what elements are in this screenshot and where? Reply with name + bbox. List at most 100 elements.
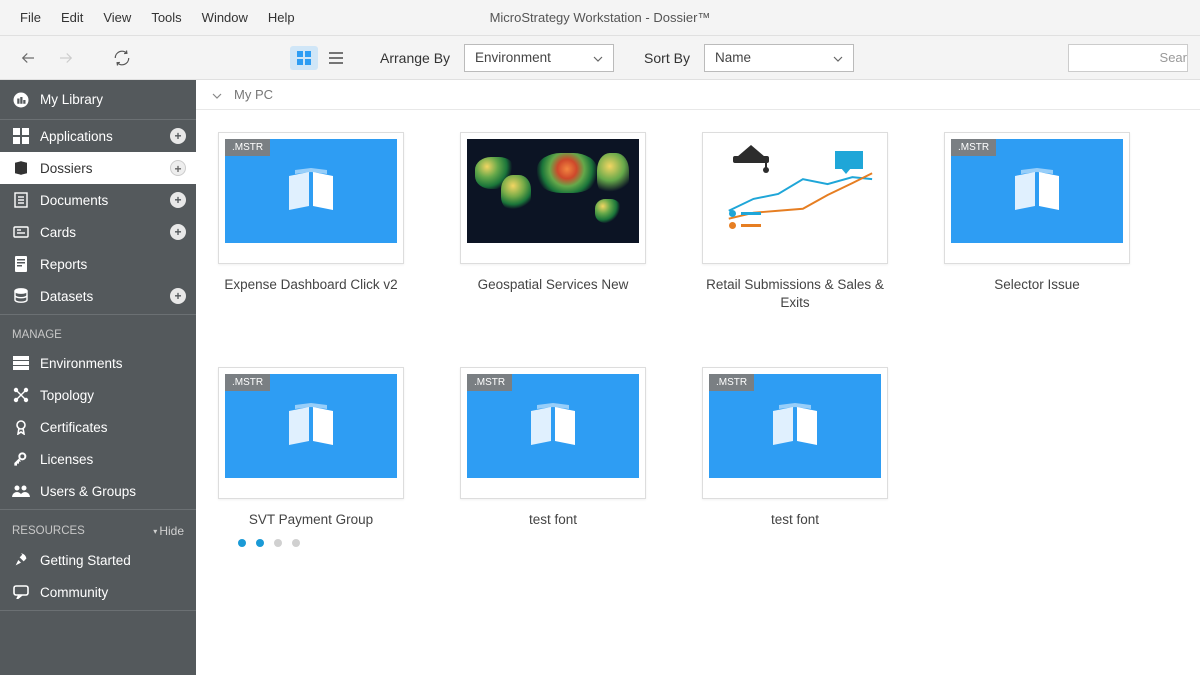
dossier-card[interactable]: .MSTRSelector Issue [944, 132, 1130, 311]
search-input[interactable]: Sear [1068, 44, 1188, 72]
menu-view[interactable]: View [93, 6, 141, 29]
hide-resources-button[interactable]: ▾Hide [153, 524, 184, 538]
dossier-card[interactable]: .MSTR test font [460, 367, 646, 529]
back-button[interactable] [12, 42, 44, 74]
breadcrumb: My PC [196, 80, 1200, 110]
card-title: Expense Dashboard Click v2 [224, 276, 397, 294]
page-dot-2[interactable] [256, 539, 264, 547]
sidebar-item-getting-started[interactable]: Getting Started [0, 544, 196, 576]
dossier-thumbnail [467, 139, 639, 243]
card-frame: .MSTR [702, 367, 888, 499]
arrange-by-value: Environment [475, 50, 551, 65]
chevron-down-icon [833, 50, 843, 65]
page-dot-4[interactable] [292, 539, 300, 547]
menu-help[interactable]: Help [258, 6, 305, 29]
sidebar-item-label: Getting Started [40, 553, 131, 568]
sidebar-item-label: Dossiers [40, 161, 93, 176]
mstr-badge: .MSTR [709, 374, 754, 391]
sidebar-item-certificates[interactable]: Certificates [0, 411, 196, 443]
reports-icon [12, 255, 30, 273]
arrange-by-label: Arrange By [380, 50, 450, 66]
community-icon [12, 583, 30, 601]
mstr-badge: .MSTR [467, 374, 512, 391]
dossier-thumbnail [709, 139, 881, 243]
sort-by-dropdown[interactable]: Name [704, 44, 854, 72]
dossiers-icon [12, 159, 30, 177]
sidebar-section-manage: MANAGE [0, 315, 196, 347]
toolbar: Arrange By Environment Sort By Name Sear [0, 36, 1200, 80]
page-dot-3[interactable] [274, 539, 282, 547]
chevron-down-icon [593, 50, 603, 65]
sidebar-item-community[interactable]: Community [0, 576, 196, 608]
dossier-card[interactable]: Retail Submissions & Sales & Exits [702, 132, 888, 311]
add-button[interactable]: + [170, 288, 186, 304]
view-toggle [290, 46, 350, 70]
page-dot-1[interactable] [238, 539, 246, 547]
users-groups-icon [12, 482, 30, 500]
sidebar-section-resources: RESOURCES ▾Hide [0, 510, 196, 544]
menu-bar: File Edit View Tools Window Help MicroSt… [0, 0, 1200, 36]
breadcrumb-location[interactable]: My PC [234, 87, 273, 102]
card-frame: .MSTR [218, 132, 404, 264]
pagination [218, 529, 1188, 557]
card-frame: .MSTR [218, 367, 404, 499]
card-title: Geospatial Services New [478, 276, 629, 294]
arrange-by-dropdown[interactable]: Environment [464, 44, 614, 72]
menu-file[interactable]: File [10, 6, 51, 29]
sidebar-item-label: Documents [40, 193, 108, 208]
sidebar-item-applications[interactable]: Applications + [0, 120, 196, 152]
datasets-icon [12, 287, 30, 305]
menu-window[interactable]: Window [192, 6, 258, 29]
add-button[interactable]: + [170, 192, 186, 208]
sidebar-item-topology[interactable]: Topology [0, 379, 196, 411]
dossier-card[interactable]: .MSTR SVT Payment Group [218, 367, 404, 529]
dossier-card[interactable]: Geospatial Services New [460, 132, 646, 311]
sidebar-item-label: Community [40, 585, 108, 600]
mstr-badge: .MSTR [951, 139, 996, 156]
refresh-button[interactable] [106, 42, 138, 74]
add-button[interactable]: + [170, 224, 186, 240]
main-content: My PC .MSTR Expense Dashboard Click v2 Geo… [196, 80, 1200, 675]
chevron-down-icon[interactable] [212, 88, 222, 102]
dossier-card[interactable]: .MSTR test font [702, 367, 888, 529]
library-icon [12, 91, 30, 109]
cards-icon [12, 223, 30, 241]
applications-icon [12, 127, 30, 145]
card-title: test font [529, 511, 577, 529]
sidebar-item-label: Topology [40, 388, 94, 403]
sort-by-label: Sort By [644, 50, 690, 66]
card-title: test font [771, 511, 819, 529]
sidebar-item-licenses[interactable]: Licenses [0, 443, 196, 475]
list-view-button[interactable] [322, 46, 350, 70]
sidebar-my-library[interactable]: My Library [0, 80, 196, 120]
sidebar-item-cards[interactable]: Cards + [0, 216, 196, 248]
sidebar-item-label: Cards [40, 225, 76, 240]
card-title: SVT Payment Group [249, 511, 373, 529]
sidebar-item-label: Applications [40, 129, 113, 144]
grid-view-button[interactable] [290, 46, 318, 70]
sidebar-item-reports[interactable]: Reports [0, 248, 196, 280]
sidebar-item-environments[interactable]: Environments [0, 347, 196, 379]
card-frame [702, 132, 888, 264]
sidebar-item-dossiers[interactable]: Dossiers + [0, 152, 196, 184]
sidebar-item-documents[interactable]: Documents + [0, 184, 196, 216]
add-button[interactable]: + [170, 128, 186, 144]
sidebar-item-label: Reports [40, 257, 87, 272]
sidebar: My Library Applications+Dossiers+Documen… [0, 80, 196, 675]
add-button[interactable]: + [170, 160, 186, 176]
menu-edit[interactable]: Edit [51, 6, 93, 29]
forward-button[interactable] [50, 42, 82, 74]
card-frame [460, 132, 646, 264]
dossier-card[interactable]: .MSTR Expense Dashboard Click v2 [218, 132, 404, 311]
app-title: MicroStrategy Workstation - Dossier™ [490, 10, 711, 25]
documents-icon [12, 191, 30, 209]
sidebar-item-label: Certificates [40, 420, 108, 435]
licenses-icon [12, 450, 30, 468]
certificates-icon [12, 418, 30, 436]
menu-tools[interactable]: Tools [141, 6, 191, 29]
topology-icon [12, 386, 30, 404]
sidebar-item-label: Datasets [40, 289, 93, 304]
sidebar-item-users-groups[interactable]: Users & Groups [0, 475, 196, 507]
sidebar-item-datasets[interactable]: Datasets + [0, 280, 196, 312]
card-title: Retail Submissions & Sales & Exits [702, 276, 888, 311]
